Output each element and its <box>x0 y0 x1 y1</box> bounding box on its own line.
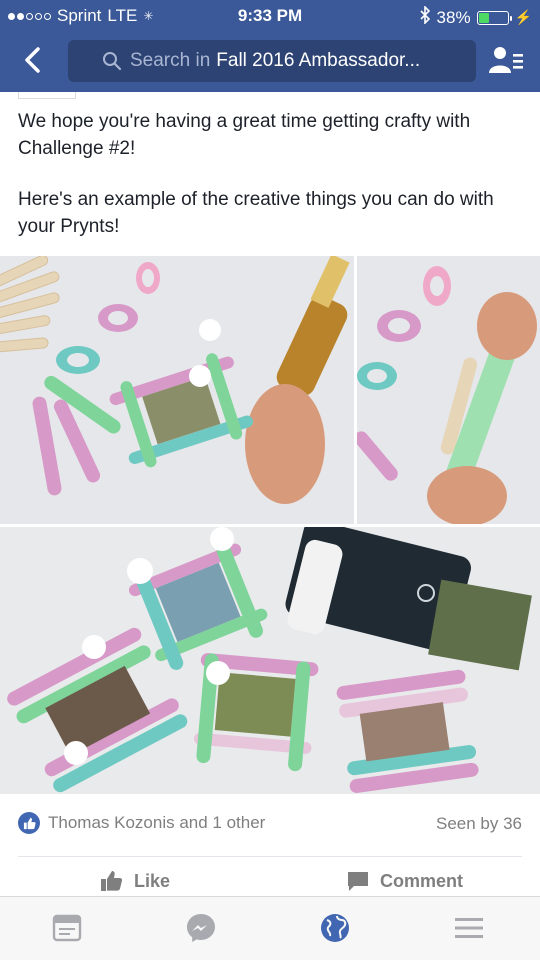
members-button[interactable] <box>486 40 526 80</box>
search-scope-group: Fall 2016 Ambassador... <box>216 50 421 71</box>
back-button[interactable] <box>14 40 50 80</box>
comment-button[interactable]: Comment <box>346 870 463 892</box>
craft-photo-2 <box>357 256 540 524</box>
post-paragraph: We hope you're having a great time getti… <box>18 111 471 159</box>
search-icon <box>103 52 122 71</box>
photo-grid <box>0 256 540 794</box>
like-label: Like <box>134 870 171 891</box>
battery-icon <box>476 10 512 25</box>
bluetooth-icon <box>419 5 431 29</box>
reactions-text: Thomas Kozonis and 1 other <box>48 813 266 832</box>
like-reaction-icon <box>18 812 40 834</box>
top-bar: Sprint LTE ✳ 9:33 PM 38% ⚡ Search in Fal… <box>0 0 540 92</box>
messenger-icon <box>187 914 215 942</box>
actions-divider <box>18 856 522 857</box>
previous-item-edge <box>18 92 76 99</box>
seen-count[interactable]: Seen by 36 <box>436 814 522 834</box>
member-list-icon <box>489 47 523 73</box>
charging-icon: ⚡ <box>514 9 532 25</box>
battery-percent: 38% <box>436 7 471 27</box>
comment-bubble-icon <box>348 872 368 891</box>
photo-tape-stick[interactable] <box>357 256 540 524</box>
search-placeholder: Search in <box>130 50 211 71</box>
craft-photo-3 <box>0 527 540 794</box>
bottom-tab-bar <box>0 896 540 960</box>
like-button[interactable]: Like <box>100 870 170 892</box>
tab-menu[interactable] <box>452 911 486 945</box>
chevron-left-icon <box>25 47 40 73</box>
photo-finished-frames[interactable] <box>0 527 540 794</box>
post-body: We hope you're having a great time getti… <box>18 108 528 264</box>
globe-icon <box>321 914 349 942</box>
thumbs-up-icon <box>101 871 123 891</box>
tab-news-feed[interactable] <box>50 911 84 945</box>
status-bar: Sprint LTE ✳ 9:33 PM 38% ⚡ <box>0 0 540 30</box>
post-paragraph: Here's an example of the creative things… <box>18 189 494 237</box>
photo-glue-frame[interactable] <box>0 256 354 524</box>
status-right: 38% ⚡ <box>419 5 532 29</box>
app-screen: Sprint LTE ✳ 9:33 PM 38% ⚡ Search in Fal… <box>0 0 540 960</box>
hamburger-menu-icon <box>455 918 483 938</box>
group-search-bar[interactable]: Search in Fall 2016 Ambassador... <box>68 40 476 82</box>
tab-messenger[interactable] <box>184 911 218 945</box>
comment-label: Comment <box>380 870 464 891</box>
tab-globe-notifications[interactable] <box>318 911 352 945</box>
craft-photo-1 <box>0 256 354 524</box>
news-feed-icon <box>52 914 82 942</box>
reactions-summary[interactable]: Thomas Kozonis and 1 other <box>18 812 265 834</box>
